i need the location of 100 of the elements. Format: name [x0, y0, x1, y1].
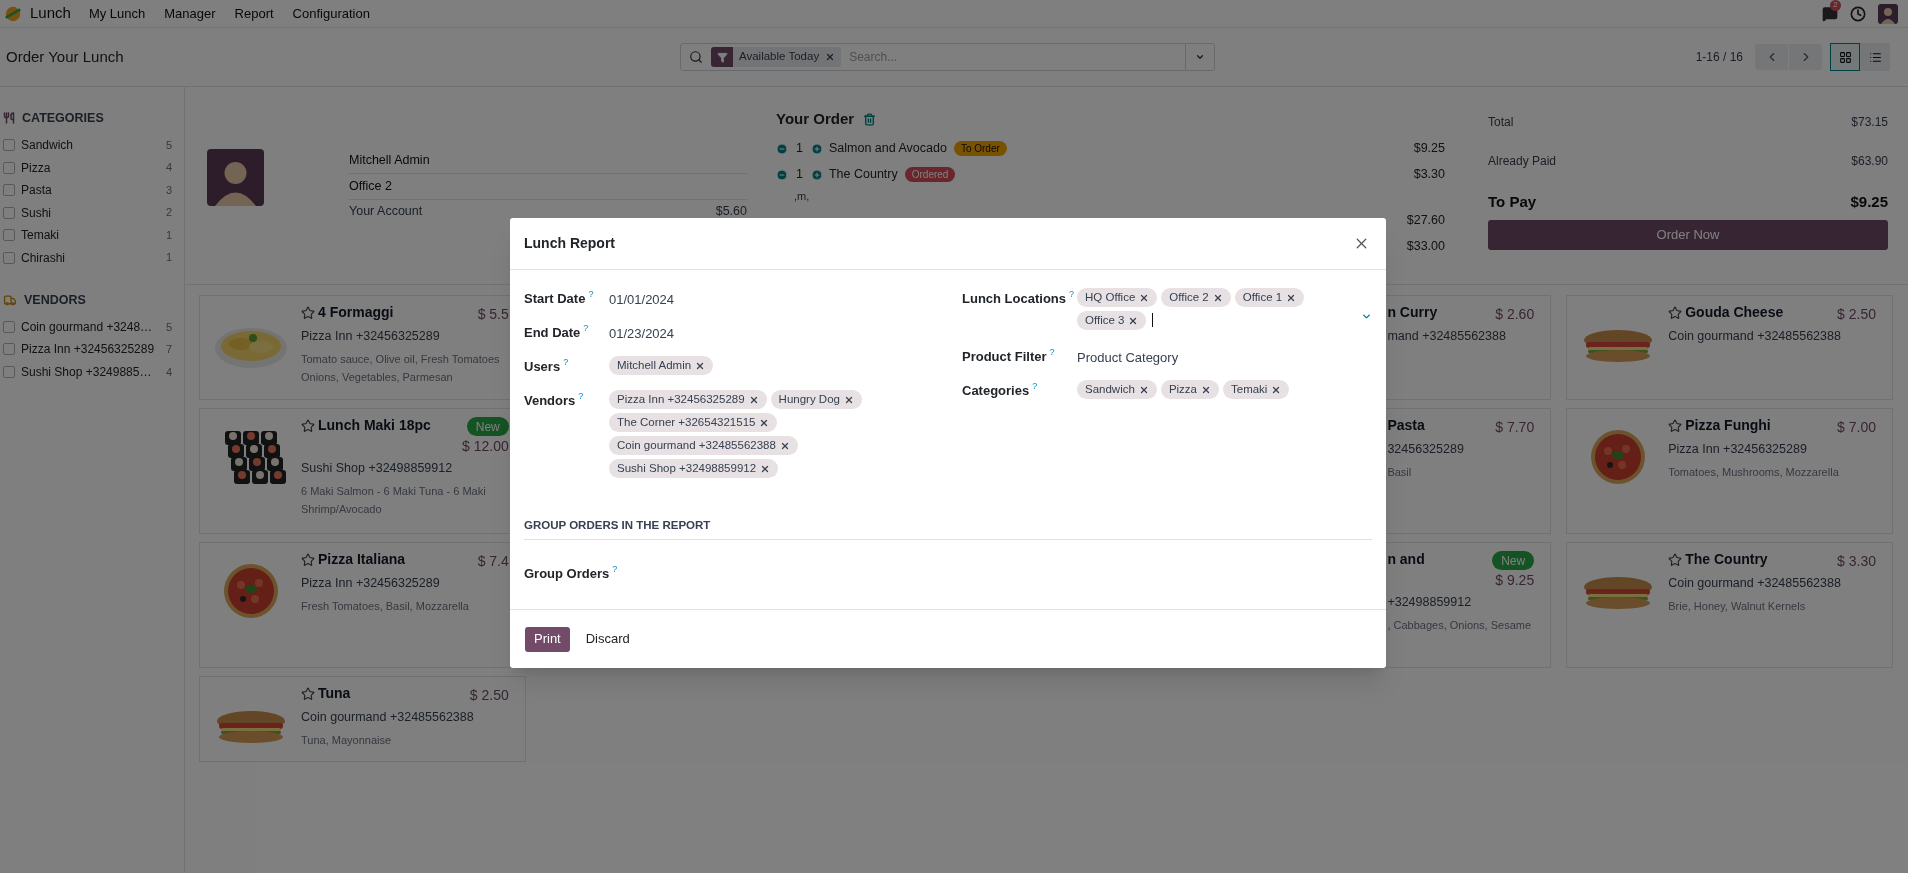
field-value[interactable]: Product Category [1077, 346, 1179, 368]
new-badge: New [1492, 551, 1535, 570]
product-description: Brie, Honey, Walnut Kernels [1668, 598, 1807, 614]
field-label: End Date [524, 324, 581, 342]
search-facet[interactable]: Available Today [711, 47, 842, 67]
user-location[interactable]: Office 2 [349, 173, 747, 200]
field-value[interactable]: 01/23/2024 [609, 322, 675, 344]
field-label: Group Orders [524, 565, 610, 583]
vendor-name: Coin gourmand +32485562388 [1668, 575, 1842, 592]
vendor-name: +32498859912 [1387, 594, 1473, 611]
vendor-name: Coin gourmand +32485562388 [1668, 328, 1842, 345]
product-name: n Curry [1387, 304, 1438, 321]
tags-field[interactable]: Pizza Inn +32456325289 Hungry Dog The Corner +32654321515 Coin gourmand +32485562388 Sushi Shop +32498859912 [609, 390, 962, 478]
product-description: Fresh Tomatoes, Basil, Mozzarella [301, 598, 470, 614]
filter-label[interactable]: Chirashi [21, 248, 65, 267]
order-quantity: 1 [796, 140, 803, 158]
user-name[interactable]: Mitchell Admin [349, 147, 747, 174]
account-balance: $5.60 [715, 203, 747, 221]
help-tooltip-mark[interactable]: ? [563, 357, 569, 367]
product-name: Lunch Maki 18pc [318, 417, 431, 434]
filter-label[interactable]: Sandwich [21, 136, 74, 154]
product-description: Tomatoes, Mushrooms, Mozzarella [1668, 464, 1840, 480]
vendor-name: mand +32485562388 [1387, 328, 1507, 345]
product-description: Tuna, Mayonnaise [301, 732, 393, 748]
product-price: $ 7.4 [477, 552, 509, 571]
product-description: Basil [1387, 464, 1413, 480]
help-tooltip-mark[interactable]: ? [588, 289, 594, 299]
menu-item[interactable]: My Lunch [88, 3, 146, 24]
help-tooltip-mark[interactable]: ? [1032, 381, 1038, 391]
tag: Coin gourmand +32485562388 [609, 436, 798, 455]
product-card[interactable]: Pizza Funghi $ 7.00 Pizza Inn +32456325289 Tomatoes, Mushrooms, Mozzarella [1566, 408, 1893, 534]
total-label: Already Paid [1488, 153, 1557, 170]
app-name[interactable]: Lunch [30, 2, 71, 25]
tag: Pizza [1160, 380, 1219, 399]
field-label: Vendors [524, 392, 576, 410]
help-tooltip-mark[interactable]: ? [578, 391, 584, 401]
product-description: Shrimp/Avocado [301, 501, 383, 517]
order-note: ,m, [793, 188, 811, 204]
filter-count: 5 [165, 137, 172, 153]
tag: HQ Office [1077, 288, 1158, 307]
tags-field[interactable]: Mitchell Admin [609, 356, 962, 375]
order-product: Salmon and Avocado [828, 140, 947, 158]
product-name: The Country [1685, 551, 1768, 568]
pager[interactable]: 1-16 / 16 [1695, 48, 1743, 66]
filter-count: 2 [165, 205, 172, 221]
filter-label[interactable]: Pizza [21, 158, 51, 177]
order-status-badge: To Order [953, 141, 1007, 156]
menu-item[interactable]: Report [234, 3, 274, 24]
menu-item[interactable]: Configuration [292, 3, 370, 24]
product-price: $ 12.00 [462, 437, 509, 456]
product-name: Pasta [1387, 417, 1425, 434]
filter-label[interactable]: Sushi [21, 203, 52, 222]
page-title: Order Your Lunch [6, 46, 125, 67]
help-tooltip-mark[interactable]: ? [612, 564, 618, 574]
tag: Pizza Inn +32456325289 [609, 390, 767, 409]
help-tooltip-mark[interactable]: ? [583, 323, 589, 333]
filter-count: 3 [165, 182, 172, 198]
help-tooltip-mark[interactable]: ? [1049, 347, 1055, 357]
vendor-name: Pizza Inn +32456325289 [301, 328, 441, 345]
filter-count: 7 [165, 342, 172, 357]
total-value: $9.25 [1850, 192, 1888, 212]
filter-label[interactable]: Pasta [21, 181, 52, 199]
product-name: Gouda Cheese [1685, 304, 1784, 321]
product-card[interactable]: Tuna $ 2.50 Coin gourmand +32485562388 Tuna, Mayonnaise [199, 676, 526, 762]
product-price: $ 5.5 [477, 305, 509, 324]
filter-count: 5 [165, 319, 172, 335]
filter-label[interactable]: Sushi Shop +3249885… [21, 362, 152, 381]
order-title: Your Order [776, 109, 855, 129]
field-label: Lunch Locations [962, 290, 1066, 308]
filter-count: 4 [165, 364, 172, 380]
order-now-button[interactable]: Order Now [1488, 220, 1888, 250]
product-description: Onions, Vegetables, Parmesan [301, 369, 454, 385]
product-card[interactable]: The Country $ 3.30 Coin gourmand +32485562388 Brie, Honey, Walnut Kernels [1566, 542, 1893, 668]
menu-item[interactable]: Manager [164, 3, 216, 24]
order-product: The Country [828, 166, 898, 184]
tag: Sandwich [1077, 380, 1157, 399]
tag: Office 1 [1234, 288, 1305, 307]
print-button[interactable]: Print [525, 626, 570, 652]
product-price: $ 7.70 [1495, 418, 1535, 437]
discard-button[interactable]: Discard [579, 626, 636, 652]
help-tooltip-mark[interactable]: ? [1069, 289, 1074, 299]
filter-label[interactable]: Coin gourmand +3248… [21, 317, 153, 336]
tag: Mitchell Admin [609, 356, 714, 375]
product-price: $ 2.50 [469, 686, 509, 705]
new-badge: New [466, 417, 509, 436]
order-line-price: $27.60 [1406, 212, 1445, 230]
section-title: GROUP ORDERS IN THE REPORT [524, 519, 711, 531]
filter-label[interactable]: Pizza Inn +32456325289 [21, 340, 155, 359]
product-price: $ 9.25 [1495, 571, 1535, 590]
order-line-price: $33.00 [1406, 238, 1445, 256]
filter-label[interactable]: Temaki [21, 226, 59, 244]
product-card[interactable]: Gouda Cheese $ 2.50 Coin gourmand +32485562388 [1566, 295, 1893, 400]
field-label: Categories [962, 382, 1030, 400]
field-value[interactable]: 01/01/2024 [609, 288, 675, 310]
product-price: $ 2.60 [1495, 305, 1535, 324]
section-heading: CATEGORIES [22, 110, 104, 127]
total-label: Total [1488, 114, 1514, 131]
product-description: , Cabbages, Onions, Sesame [1387, 617, 1533, 633]
tag: The Corner +32654321515 [609, 413, 778, 432]
product-name: 4 Formaggi [318, 304, 394, 321]
